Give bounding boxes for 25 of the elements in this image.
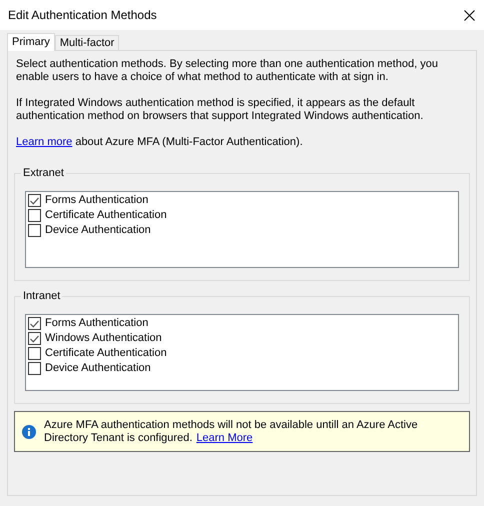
- checkbox[interactable]: [28, 362, 41, 375]
- description-text: Select authentication methods. By selecting more than one authentication method, you enable users to have a choice of what method to authenticate with at sign in.: [16, 58, 439, 84]
- tab[interactable]: Primary: [7, 33, 55, 51]
- close-icon[interactable]: [464, 10, 475, 20]
- learn-more-link[interactable]: Learn more: [16, 136, 72, 148]
- window-title: Edit Authentication Methods: [8, 8, 157, 22]
- checkbox[interactable]: [28, 317, 41, 330]
- learn-more-link[interactable]: Learn More: [196, 432, 253, 444]
- checkbox-label[interactable]: Forms Authentication: [45, 193, 148, 208]
- checkbox[interactable]: [28, 194, 41, 207]
- checkbox-label[interactable]: Device Authentication: [45, 361, 151, 376]
- checkbox[interactable]: [28, 332, 41, 345]
- checkbox-label[interactable]: Certificate Authentication: [45, 208, 167, 223]
- checkbox[interactable]: [28, 347, 41, 360]
- description-text: If Integrated Windows authentication method is specified, it appears as the default authentication method on browsers that support Integrated Windows authentication.: [16, 97, 424, 123]
- info-message: Azure MFA authentication methods will not be available untill an Azure Active Directory Tenant is configured. Learn More: [44, 418, 419, 444]
- learn-more-sentence: Learn more about Azure MFA (Multi-Factor Authentication).: [16, 136, 304, 149]
- info-icon: [22, 424, 36, 438]
- checkbox-label[interactable]: Device Authentication: [45, 223, 151, 238]
- checkbox[interactable]: [28, 224, 41, 237]
- checkbox-label[interactable]: Windows Authentication: [45, 331, 162, 346]
- tab[interactable]: Multi-factor: [54, 35, 120, 50]
- checkbox-label[interactable]: Forms Authentication: [45, 316, 148, 331]
- checkbox-label[interactable]: Certificate Authentication: [45, 346, 167, 361]
- checkbox[interactable]: [28, 209, 41, 222]
